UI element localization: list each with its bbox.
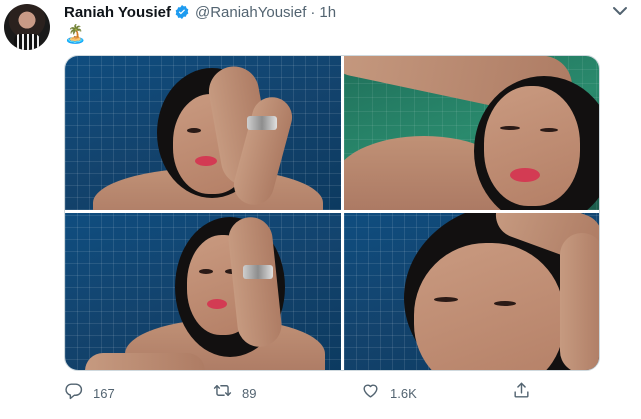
photo-1[interactable] bbox=[65, 56, 341, 210]
tweet-header: Raniah Yousief @RaniahYousief · 1h bbox=[64, 2, 336, 22]
retweet-count: 89 bbox=[242, 385, 257, 401]
avatar[interactable] bbox=[4, 4, 50, 50]
timestamp[interactable]: 1h bbox=[319, 4, 336, 21]
share-button[interactable] bbox=[512, 380, 531, 406]
media-grid bbox=[64, 55, 600, 371]
tweet: Raniah Yousief @RaniahYousief · 1h 🏝️ 16… bbox=[0, 0, 641, 419]
photo-3[interactable] bbox=[65, 213, 341, 370]
tweet-text: 🏝️ bbox=[64, 24, 87, 44]
separator-dot: · bbox=[310, 3, 316, 21]
action-bar: 167 89 1.6K bbox=[64, 380, 600, 406]
photo-2[interactable] bbox=[344, 56, 599, 210]
verified-badge-icon bbox=[174, 4, 190, 20]
photo-4[interactable] bbox=[344, 213, 599, 370]
retweet-button[interactable]: 89 bbox=[213, 380, 256, 406]
display-name[interactable]: Raniah Yousief bbox=[64, 4, 171, 21]
more-options-icon[interactable] bbox=[611, 4, 629, 18]
reply-icon bbox=[64, 381, 83, 405]
reply-button[interactable]: 167 bbox=[64, 380, 115, 406]
like-count: 1.6K bbox=[390, 385, 417, 401]
reply-count: 167 bbox=[93, 385, 115, 401]
like-icon bbox=[361, 381, 380, 405]
share-icon bbox=[512, 381, 531, 405]
like-button[interactable]: 1.6K bbox=[361, 380, 417, 406]
handle[interactable]: @RaniahYousief bbox=[195, 4, 306, 21]
retweet-icon bbox=[213, 381, 232, 405]
